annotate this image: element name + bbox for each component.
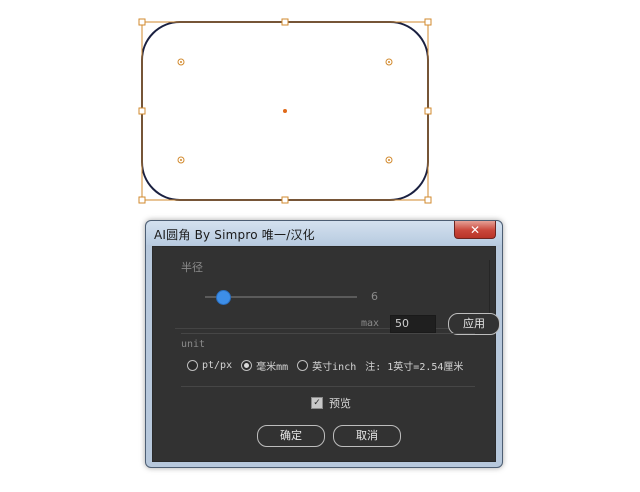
dialog-title: AI圆角 By Simpro 唯一/汉化 xyxy=(154,228,315,242)
selection-handle[interactable] xyxy=(281,18,289,26)
unit-option-label: 英寸inch xyxy=(312,362,357,373)
ok-button[interactable]: 确定 xyxy=(257,425,325,447)
dialog-titlebar[interactable]: AI圆角 By Simpro 唯一/汉化 ✕ xyxy=(146,221,502,245)
dialog-body: 半径 6 max 50 应用 unit pt/px 毫米mm 英寸inch 注:… xyxy=(152,246,500,462)
canvas-svg[interactable] xyxy=(0,0,640,215)
unit-option-label: 毫米mm xyxy=(256,362,289,373)
radius-slider-thumb[interactable] xyxy=(215,290,231,305)
center-point xyxy=(283,109,287,113)
section-divider xyxy=(181,333,475,334)
radius-section-label: 半径 xyxy=(181,261,203,274)
radius-slider-value: 6 xyxy=(371,290,378,303)
radio-button[interactable] xyxy=(241,360,253,371)
selection-handle[interactable] xyxy=(424,196,432,204)
unit-section-label: unit xyxy=(181,339,206,350)
unit-panel: unit pt/px 毫米mm 英寸inch 注: 1英寸=2.54厘米 xyxy=(175,339,489,385)
check-icon: ✓ xyxy=(313,398,321,408)
selection-handle[interactable] xyxy=(424,107,432,115)
unit-option-mm[interactable]: 毫米mm xyxy=(241,358,288,373)
selection-handle[interactable] xyxy=(138,107,146,115)
unit-option-inch[interactable]: 英寸inch xyxy=(297,358,356,373)
close-button[interactable]: ✕ xyxy=(454,221,496,239)
preview-label: 预览 xyxy=(329,397,351,410)
artboard[interactable] xyxy=(0,0,640,215)
rounded-corner-dialog: AI圆角 By Simpro 唯一/汉化 ✕ 半径 6 max 50 应用 un… xyxy=(145,220,503,468)
preview-checkbox[interactable]: ✓ xyxy=(311,397,323,409)
apply-button[interactable]: 应用 xyxy=(448,313,500,335)
radius-panel: 半径 6 max 50 应用 xyxy=(175,260,500,335)
selection-handle[interactable] xyxy=(281,196,289,204)
selection-handle[interactable] xyxy=(424,18,432,26)
close-icon: ✕ xyxy=(469,222,481,237)
cancel-button[interactable]: 取消 xyxy=(333,425,401,447)
radio-button[interactable] xyxy=(297,360,309,371)
unit-radio-group: pt/px 毫米mm 英寸inch 注: 1英寸=2.54厘米 xyxy=(187,358,463,373)
unit-option-label: pt/px xyxy=(202,360,233,371)
selection-handle[interactable] xyxy=(138,18,146,26)
unit-option-ptpx[interactable]: pt/px xyxy=(187,360,232,371)
max-label: max xyxy=(361,318,380,329)
section-divider xyxy=(181,386,475,387)
unit-conversion-note: 注: 1英寸=2.54厘米 xyxy=(365,362,464,373)
radio-button[interactable] xyxy=(187,360,198,371)
selection-handle[interactable] xyxy=(138,196,146,204)
preview-checkbox-row[interactable]: ✓ 预览 xyxy=(311,395,351,411)
max-input[interactable]: 50 xyxy=(390,315,436,333)
